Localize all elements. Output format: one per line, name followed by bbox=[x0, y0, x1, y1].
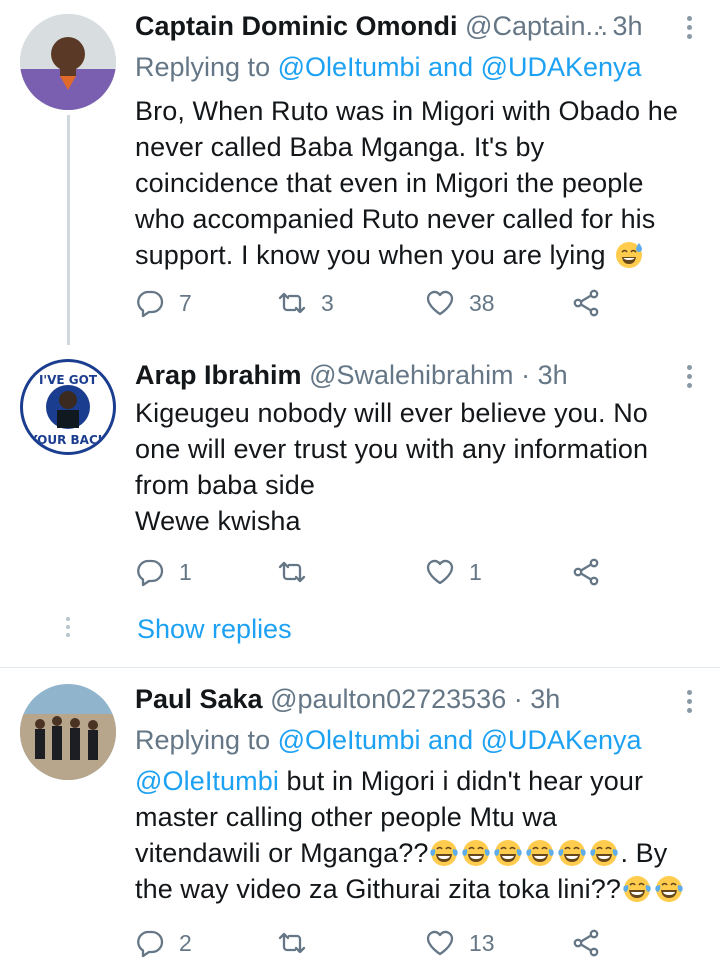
like-count: 1 bbox=[469, 558, 482, 585]
like-icon bbox=[425, 288, 455, 318]
retweet-button[interactable] bbox=[277, 928, 321, 958]
tweet-actions: 2 13 bbox=[135, 928, 615, 964]
retweet-button[interactable] bbox=[277, 557, 321, 587]
replying-to-links[interactable]: @OleItumbi and @UDAKenya bbox=[278, 725, 642, 755]
laughing-tears-emoji bbox=[589, 838, 619, 868]
retweet-icon bbox=[277, 288, 307, 318]
timestamp[interactable]: · 3h bbox=[596, 11, 643, 42]
share-button[interactable] bbox=[571, 928, 601, 958]
tweet-header: Captain Dominic Omondi @Captain... bbox=[135, 11, 650, 42]
reply-icon bbox=[135, 557, 165, 587]
laughing-tears-emoji bbox=[525, 838, 555, 868]
tweet-text: Bro, When Ruto was in Migori with Obado … bbox=[135, 96, 678, 270]
retweet-icon bbox=[277, 557, 307, 587]
like-icon bbox=[425, 557, 455, 587]
timestamp[interactable]: · 3h bbox=[521, 360, 568, 390]
replying-to: Replying to @OleItumbi and @UDAKenya bbox=[135, 52, 642, 82]
laughing-tears-emoji bbox=[654, 874, 684, 904]
thread-dots bbox=[66, 617, 70, 641]
more-icon[interactable] bbox=[686, 16, 694, 43]
retweet-button[interactable]: 3 bbox=[277, 288, 334, 318]
replying-to-links[interactable]: @OleItumbi and @UDAKenya bbox=[278, 52, 642, 82]
like-count: 13 bbox=[469, 929, 495, 956]
laughing-tears-emoji bbox=[461, 838, 491, 868]
tweet-3[interactable]: Paul Saka @paulton02723536 · 3h Replying… bbox=[0, 668, 720, 966]
tweet-header: Arap Ibrahim @Swalehibrahim · 3h bbox=[135, 360, 650, 391]
tweet-actions: 1 1 bbox=[135, 557, 615, 593]
tweet-header: Paul Saka @paulton02723536 · 3h bbox=[135, 684, 650, 715]
like-count: 38 bbox=[469, 289, 495, 316]
share-button[interactable] bbox=[571, 557, 601, 587]
avatar-text-bottom: YOUR BACK bbox=[28, 433, 108, 447]
share-icon bbox=[571, 288, 601, 318]
more-icon[interactable] bbox=[686, 690, 694, 717]
reply-count: 1 bbox=[179, 558, 192, 585]
tweet-text: Kigeugeu nobody will ever believe you. N… bbox=[135, 398, 649, 536]
laughing-tears-emoji bbox=[622, 874, 652, 904]
replying-to: Replying to @OleItumbi and @UDAKenya bbox=[135, 725, 642, 755]
tweet-1[interactable]: Captain Dominic Omondi @Captain... · 3h … bbox=[0, 0, 720, 345]
display-name[interactable]: Paul Saka bbox=[135, 684, 263, 714]
reply-button[interactable]: 7 bbox=[135, 288, 192, 318]
share-icon bbox=[571, 557, 601, 587]
show-replies-link[interactable]: Show replies bbox=[137, 614, 292, 645]
mention-link[interactable]: @OleItumbi bbox=[135, 766, 279, 796]
laughing-tears-emoji bbox=[557, 838, 587, 868]
tweet-actions: 7 3 38 bbox=[135, 288, 615, 324]
laughing-tears-emoji bbox=[429, 838, 459, 868]
like-icon bbox=[425, 928, 455, 958]
like-button[interactable]: 1 bbox=[425, 557, 482, 587]
more-icon[interactable] bbox=[686, 365, 694, 392]
share-icon bbox=[571, 928, 601, 958]
reply-icon bbox=[135, 288, 165, 318]
laughing-tears-emoji bbox=[493, 838, 523, 868]
avatar-text-top: I'VE GOT bbox=[39, 373, 98, 387]
display-name[interactable]: Captain Dominic Omondi bbox=[135, 11, 458, 41]
user-handle[interactable]: @Captain... bbox=[465, 11, 608, 41]
reply-button[interactable]: 1 bbox=[135, 557, 192, 587]
retweet-count: 3 bbox=[321, 289, 334, 316]
user-handle[interactable]: @paulton02723536 bbox=[270, 684, 506, 714]
reply-button[interactable]: 2 bbox=[135, 928, 192, 958]
like-button[interactable]: 13 bbox=[425, 928, 495, 958]
user-handle[interactable]: @Swalehibrahim bbox=[309, 360, 514, 390]
retweet-icon bbox=[277, 928, 307, 958]
tweet-text: @OleItumbi but in Migori i didn't hear y… bbox=[135, 763, 695, 907]
reply-count: 7 bbox=[179, 289, 192, 316]
timestamp[interactable]: · 3h bbox=[514, 684, 561, 714]
like-button[interactable]: 38 bbox=[425, 288, 495, 318]
sweat-smile-emoji bbox=[614, 240, 644, 270]
thread-line bbox=[67, 115, 70, 345]
reply-icon bbox=[135, 928, 165, 958]
avatar[interactable] bbox=[20, 14, 116, 110]
reply-count: 2 bbox=[179, 929, 192, 956]
tweet-2[interactable]: I'VE GOT YOUR BACK Arap Ibrahim @Swalehi… bbox=[0, 345, 720, 665]
avatar[interactable]: I'VE GOT YOUR BACK bbox=[20, 359, 116, 455]
avatar[interactable] bbox=[20, 684, 116, 780]
share-button[interactable] bbox=[571, 288, 601, 318]
display-name[interactable]: Arap Ibrahim bbox=[135, 360, 302, 390]
